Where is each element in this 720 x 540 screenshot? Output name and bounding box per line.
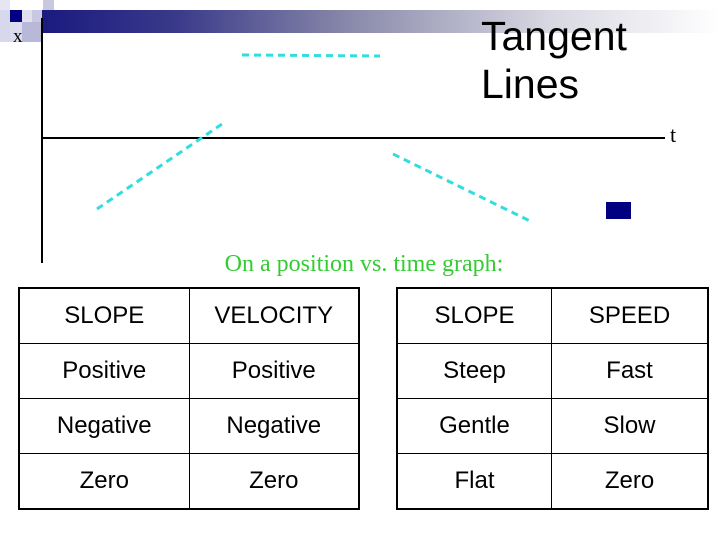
table-cell: Slow [551,398,709,454]
x-axis-label: t [670,122,677,147]
position-time-graph [41,18,665,263]
navy-square-bullet [606,202,631,219]
table-cell: Positive [18,343,190,399]
tangent-line-negative [392,152,533,224]
table-row: Zero Zero [18,453,360,510]
table-row: Positive Positive [18,343,360,399]
header-cell: SLOPE [18,287,190,344]
table-row: Steep Fast [396,343,709,399]
slope-velocity-table: SLOPE VELOCITY Positive Positive Negativ… [18,287,360,510]
table-cell: Positive [188,343,360,399]
tangent-line-zero [241,53,381,58]
table-row: Negative Negative [18,398,360,454]
table-header-row: SLOPE SPEED [396,287,709,344]
table-cell: Zero [18,453,190,510]
table-cell: Negative [18,398,190,454]
table-cell: Flat [396,453,552,510]
tangent-line-positive [96,120,226,211]
slope-speed-table: SLOPE SPEED Steep Fast Gentle Slow Flat … [396,287,709,510]
header-cell: SLOPE [396,287,552,344]
table-row: Gentle Slow [396,398,709,454]
header-cell: SPEED [551,287,709,344]
table-cell: Zero [551,453,709,510]
table-cell: Negative [188,398,360,454]
table-cell: Zero [188,453,360,510]
table-cell: Fast [551,343,709,399]
y-axis-label: x [13,26,23,47]
table-cell: Gentle [396,398,552,454]
subtitle: On a position vs. time graph: [224,251,504,277]
table-header-row: SLOPE VELOCITY [18,287,360,344]
header-cell: VELOCITY [188,287,360,344]
table-row: Flat Zero [396,453,709,510]
table-cell: Steep [396,343,552,399]
